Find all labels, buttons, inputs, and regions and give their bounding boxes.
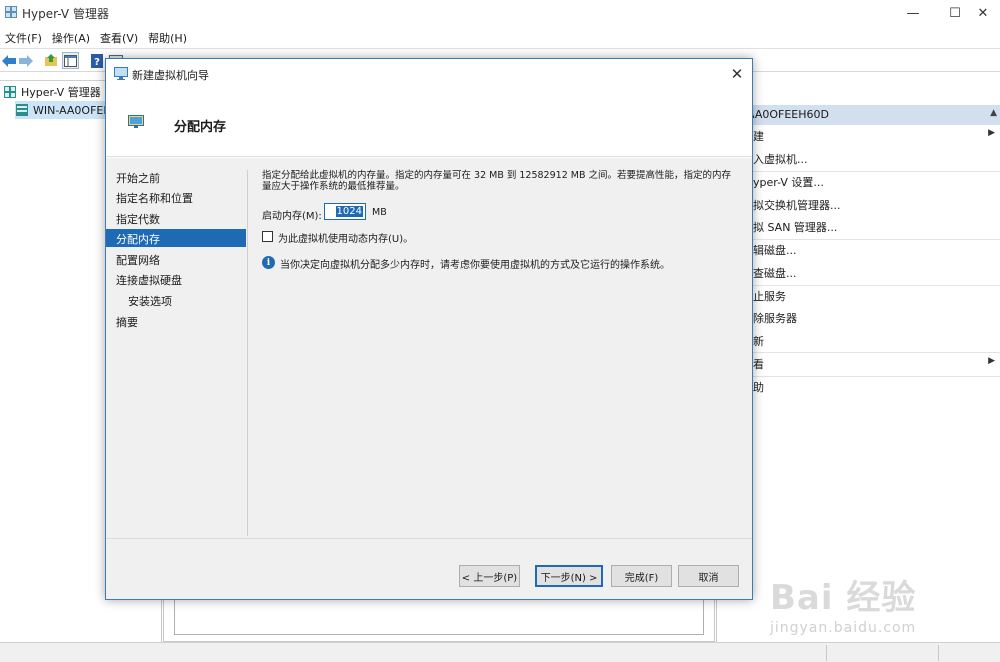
- step-before-you-begin[interactable]: 开始之前: [106, 168, 246, 186]
- dialog-close-button[interactable]: ✕: [726, 63, 748, 85]
- dialog-body: 开始之前 指定名称和位置 指定代数 分配内存 配置网络 连接虚拟硬盘 安装选项 …: [106, 158, 752, 538]
- step-generation[interactable]: 指定代数: [106, 209, 246, 227]
- help-icon[interactable]: ?: [88, 52, 105, 69]
- action-virtual-san-manager[interactable]: 拟 SAN 管理器...: [753, 219, 837, 237]
- page-title: 分配内存: [174, 120, 227, 135]
- action-hyperv-settings[interactable]: yper-V 设置...: [753, 174, 824, 192]
- step-name-and-location[interactable]: 指定名称和位置: [106, 188, 246, 206]
- show-hide-tree-icon[interactable]: [62, 52, 79, 69]
- svg-text:?: ?: [94, 57, 100, 68]
- action-new-label: 建: [753, 130, 764, 143]
- details-pane-frame: [174, 599, 704, 635]
- menu-view[interactable]: 查看(V): [95, 28, 143, 48]
- action-view-label: 看: [753, 358, 764, 371]
- main-window-title: Hyper-V 管理器: [22, 7, 109, 21]
- collapse-arrow-icon[interactable]: ▲: [990, 108, 997, 118]
- window-close-button[interactable]: ✕: [966, 0, 1000, 26]
- startup-memory-unit: MB: [372, 207, 387, 218]
- menu-help[interactable]: 帮助(H): [143, 28, 192, 48]
- details-pane: [163, 598, 715, 642]
- memory-page-icon: [128, 115, 144, 128]
- dialog-header: 分配内存: [106, 89, 752, 157]
- menu-file[interactable]: 文件(F): [0, 28, 47, 48]
- memory-info-text: 当你决定向虚拟机分配多少内存时，请考虑你要使用虚拟机的方式及它运行的操作系统。: [280, 260, 670, 271]
- back-arrow-icon[interactable]: [0, 52, 17, 69]
- tree-root-label: Hyper-V 管理器: [21, 86, 101, 99]
- up-folder-icon[interactable]: [42, 52, 59, 69]
- action-help[interactable]: 助: [753, 379, 764, 397]
- startup-memory-value: 1024: [335, 206, 363, 217]
- main-window-titlebar: Hyper-V 管理器 — ☐ ✕: [0, 0, 1000, 26]
- dynamic-memory-label[interactable]: 为此虚拟机使用动态内存(U)。: [278, 230, 413, 245]
- hyper-v-manager-icon: [4, 86, 16, 98]
- action-inspect-disk[interactable]: 查磁盘...: [753, 265, 797, 283]
- actions-separator: [747, 285, 1000, 286]
- actions-header-label: AA0OFEEH60D: [747, 108, 829, 121]
- tree-root-hyper-v-manager[interactable]: Hyper-V 管理器: [3, 83, 101, 101]
- actions-pane: AA0OFEEH60D ▲ 建 ▶ 入虚拟机... yper-V 设置... 拟…: [716, 80, 1000, 642]
- dialog-footer: < 上一步(P) 下一步(N) > 完成(F) 取消: [106, 538, 752, 599]
- actions-separator: [747, 352, 1000, 353]
- submenu-arrow-icon: ▶: [988, 356, 995, 366]
- step-installation-options[interactable]: 安装选项: [106, 291, 246, 309]
- watermark-url: jingyan.baidu.com: [770, 620, 917, 636]
- step-connect-virtual-hard-disk[interactable]: 连接虚拟硬盘: [106, 270, 246, 288]
- actions-separator: [747, 171, 1000, 172]
- baidu-jingyan-watermark: Bai 经验 jingyan.baidu.com: [770, 560, 1000, 660]
- startup-memory-label: 启动内存(M):: [262, 211, 322, 222]
- steps-divider: [247, 170, 248, 536]
- next-button[interactable]: 下一步(N) >: [535, 565, 603, 587]
- action-virtual-switch-manager[interactable]: 拟交换机管理器...: [753, 197, 841, 215]
- step-assign-memory[interactable]: 分配内存: [106, 229, 246, 247]
- action-remove-server[interactable]: 除服务器: [753, 310, 797, 328]
- dynamic-memory-checkbox[interactable]: [262, 231, 273, 242]
- step-summary[interactable]: 摘要: [106, 312, 246, 330]
- forward-arrow-icon[interactable]: [17, 52, 34, 69]
- action-refresh[interactable]: 新: [753, 333, 764, 351]
- finish-button[interactable]: 完成(F): [611, 565, 672, 587]
- action-view[interactable]: 看 ▶: [753, 356, 999, 374]
- server-icon: [16, 104, 28, 116]
- dialog-title: 新建虚拟机向导: [132, 69, 209, 82]
- menu-action[interactable]: 操作(A): [47, 28, 95, 48]
- memory-description: 指定分配给此虚拟机的内存量。指定的内存量可在 32 MB 到 12582912 …: [262, 170, 731, 192]
- action-stop-service[interactable]: 止服务: [753, 288, 786, 306]
- tree-server-label: WIN-AA0OFEE: [33, 103, 111, 117]
- step-configure-networking[interactable]: 配置网络: [106, 250, 246, 268]
- action-edit-disk[interactable]: 辑磁盘...: [753, 242, 797, 260]
- action-import-vm[interactable]: 入虚拟机...: [753, 151, 808, 169]
- actions-server-header[interactable]: AA0OFEEH60D ▲: [717, 105, 1000, 125]
- menu-bar: 文件(F) 操作(A) 查看(V) 帮助(H): [0, 28, 1000, 48]
- actions-separator: [747, 239, 1000, 240]
- dialog-titlebar: 新建虚拟机向导 ✕: [106, 59, 752, 89]
- hyper-v-app-icon: [5, 6, 17, 18]
- action-new[interactable]: 建 ▶: [753, 128, 999, 146]
- previous-button[interactable]: < 上一步(P): [459, 565, 520, 587]
- actions-separator: [747, 376, 1000, 377]
- vm-wizard-icon: [114, 67, 128, 80]
- minimize-button[interactable]: —: [890, 0, 936, 26]
- new-vm-wizard-dialog: 新建虚拟机向导 ✕ 分配内存 开始之前 指定名称和位置 指定代数 分配内存 配置…: [105, 58, 753, 600]
- watermark-logo: Bai 经验: [770, 578, 917, 618]
- startup-memory-input[interactable]: 1024: [324, 203, 366, 220]
- cancel-button[interactable]: 取消: [678, 565, 739, 587]
- submenu-arrow-icon: ▶: [988, 128, 995, 138]
- info-icon: i: [262, 256, 275, 269]
